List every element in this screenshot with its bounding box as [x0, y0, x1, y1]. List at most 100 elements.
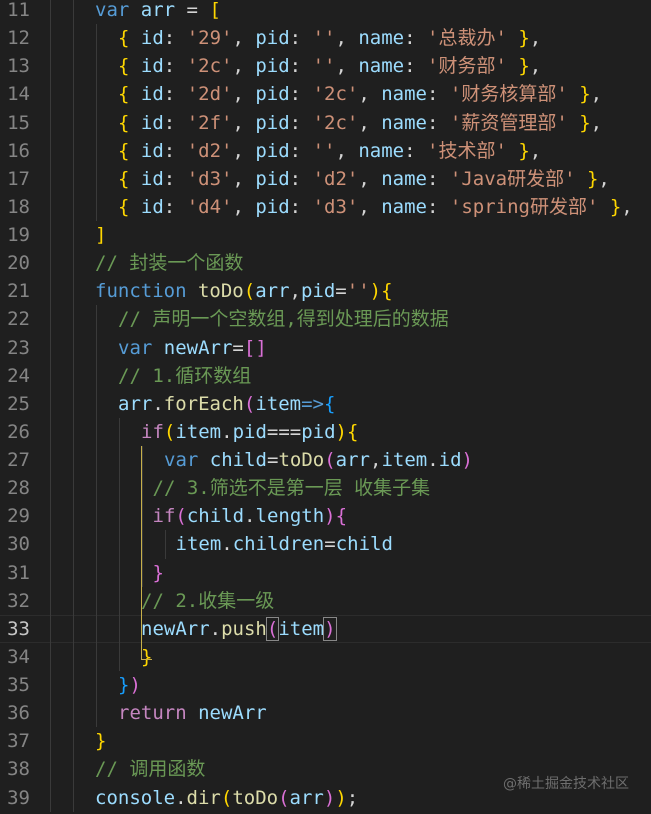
code-token: '技术部' [427, 139, 507, 162]
code-text: item.children=child [176, 530, 393, 558]
code-token: id [140, 167, 164, 190]
code-line[interactable]: 11 var arr = [ [0, 0, 651, 25]
indent-guide [50, 164, 51, 193]
code-token: } [518, 27, 530, 50]
indent-guide [50, 305, 51, 334]
code-text: { id: 'd2', pid: '', name: '技术部' }, [118, 137, 541, 165]
code-line[interactable]: 12 { id: '29', pid: '', name: '总裁办' }, [0, 24, 651, 53]
code-token: : [289, 55, 313, 78]
indent-guide [73, 305, 74, 334]
code-line[interactable]: 24 // 1.循环数组 [0, 361, 651, 390]
line-number: 17 [7, 167, 30, 190]
code-line[interactable]: 15 { id: '2f', pid: '2c', name: '薪资管理部' }… [0, 108, 651, 137]
code-line[interactable]: 35}) [0, 671, 651, 700]
code-line[interactable]: 34} [0, 642, 651, 671]
code-line[interactable]: 16 { id: 'd2', pid: '', name: '技术部' }, [0, 136, 651, 165]
code-line[interactable]: 36 return newArr [0, 699, 651, 728]
code-token: ( [163, 420, 176, 443]
code-text: } [153, 559, 164, 587]
code-token: dir [186, 786, 221, 809]
indent-guide [73, 52, 74, 81]
code-text: { id: 'd3', pid: 'd2', name: 'Java研发部' }… [118, 165, 610, 193]
code-token: ) [129, 674, 141, 696]
code-token: { [118, 27, 130, 50]
code-token: '财务部' [427, 55, 507, 78]
code-token: // 3.筛选不是第一层 收集子集 [152, 477, 431, 500]
bracket-scope-guide-end [141, 659, 152, 660]
code-text: // 1.循环数组 [118, 362, 251, 390]
line-number: 13 [7, 55, 30, 78]
code-token: '2c' [312, 83, 359, 106]
code-token: : [404, 27, 427, 50]
code-line[interactable]: 37} [0, 727, 651, 756]
code-token: = [335, 280, 347, 303]
code-token: { [118, 83, 130, 106]
code-token: : [404, 55, 427, 78]
code-line[interactable]: 27 var child=toDo(arr,item.id) [0, 446, 651, 475]
indent-guide [73, 361, 74, 390]
line-number: 39 [7, 786, 30, 809]
code-line[interactable]: 28 // 3.筛选不是第一层 收集子集 [0, 474, 651, 503]
code-line[interactable]: 14 { id: '2d', pid: '2c', name: '财务核算部' }… [0, 80, 651, 109]
indent-guide [73, 474, 74, 503]
code-line[interactable]: 29 if(child.length){ [0, 502, 651, 531]
line-number: 24 [7, 364, 30, 387]
code-line[interactable]: 18 { id: 'd4', pid: 'd3', name: 'spring研发… [0, 192, 651, 221]
indent-guide [50, 0, 51, 25]
code-text: function toDo(arr,pid=''){ [95, 277, 393, 305]
code-line[interactable]: 23 var newArr=[] [0, 333, 651, 362]
code-text: // 3.筛选不是第一层 收集子集 [153, 474, 431, 502]
code-line[interactable]: 22 // 声明一个空数组,得到处理后的数据 [0, 305, 651, 334]
code-line[interactable]: 13 { id: '2c', pid: '', name: '财务部' }, [0, 52, 651, 81]
code-token: } [609, 195, 622, 218]
indent-guide [73, 0, 74, 25]
code-line[interactable]: 33 newArr.push(item) [0, 614, 651, 643]
code-token: { [381, 280, 393, 303]
code-token: { [118, 139, 130, 162]
code-token: name [381, 167, 427, 190]
indent-guide [50, 249, 51, 278]
code-text: // 声明一个空数组,得到处理后的数据 [118, 305, 449, 333]
code-text: // 2.收集一级 [141, 587, 274, 615]
code-token: ; [346, 786, 359, 809]
code-line[interactable]: 26 if(item.pid===pid){ [0, 417, 651, 446]
code-line[interactable]: 25 arr.forEach(item=>{ [0, 389, 651, 418]
code-token: : [426, 111, 450, 134]
indent-guide [50, 417, 51, 446]
code-line[interactable]: 21 function toDo(arr,pid=''){ [0, 277, 651, 306]
indent-guide [73, 530, 74, 559]
code-token: ) [335, 786, 347, 809]
code-token: name [381, 83, 427, 106]
code-token: { [118, 55, 130, 78]
code-line[interactable]: 30 item.children=child [0, 530, 651, 559]
code-line[interactable]: 19] [0, 221, 651, 250]
indent-guide [73, 614, 74, 643]
line-number: 38 [7, 758, 30, 781]
code-text: }) [118, 671, 141, 699]
code-line[interactable]: 17 { id: 'd3', pid: 'd2', name: 'Java研发部'… [0, 164, 651, 193]
code-line[interactable]: 20 // 封装一个函数 [0, 249, 651, 278]
code-editor[interactable]: 11 var arr = [12{ id: '29', pid: '', name… [0, 0, 651, 812]
line-number: 16 [7, 139, 30, 162]
code-token: id [140, 55, 164, 78]
code-token: : [163, 111, 187, 134]
code-text: { id: '2d', pid: '2c', name: '财务核算部' }, [118, 80, 602, 108]
indent-guide [73, 783, 74, 812]
code-token: ) [323, 616, 337, 641]
code-token: name [358, 27, 405, 50]
code-token: , [232, 139, 256, 162]
code-line[interactable]: 31} [0, 558, 651, 587]
code-token: '财务核算部' [449, 83, 568, 106]
indent-guide [119, 417, 120, 446]
code-token: // 调用函数 [95, 758, 206, 781]
code-line[interactable]: 32 // 2.收集一级 [0, 586, 651, 615]
code-token: var [118, 336, 153, 359]
indent-guide [96, 24, 97, 53]
code-token: { [323, 392, 336, 415]
indent-guide [73, 699, 74, 728]
